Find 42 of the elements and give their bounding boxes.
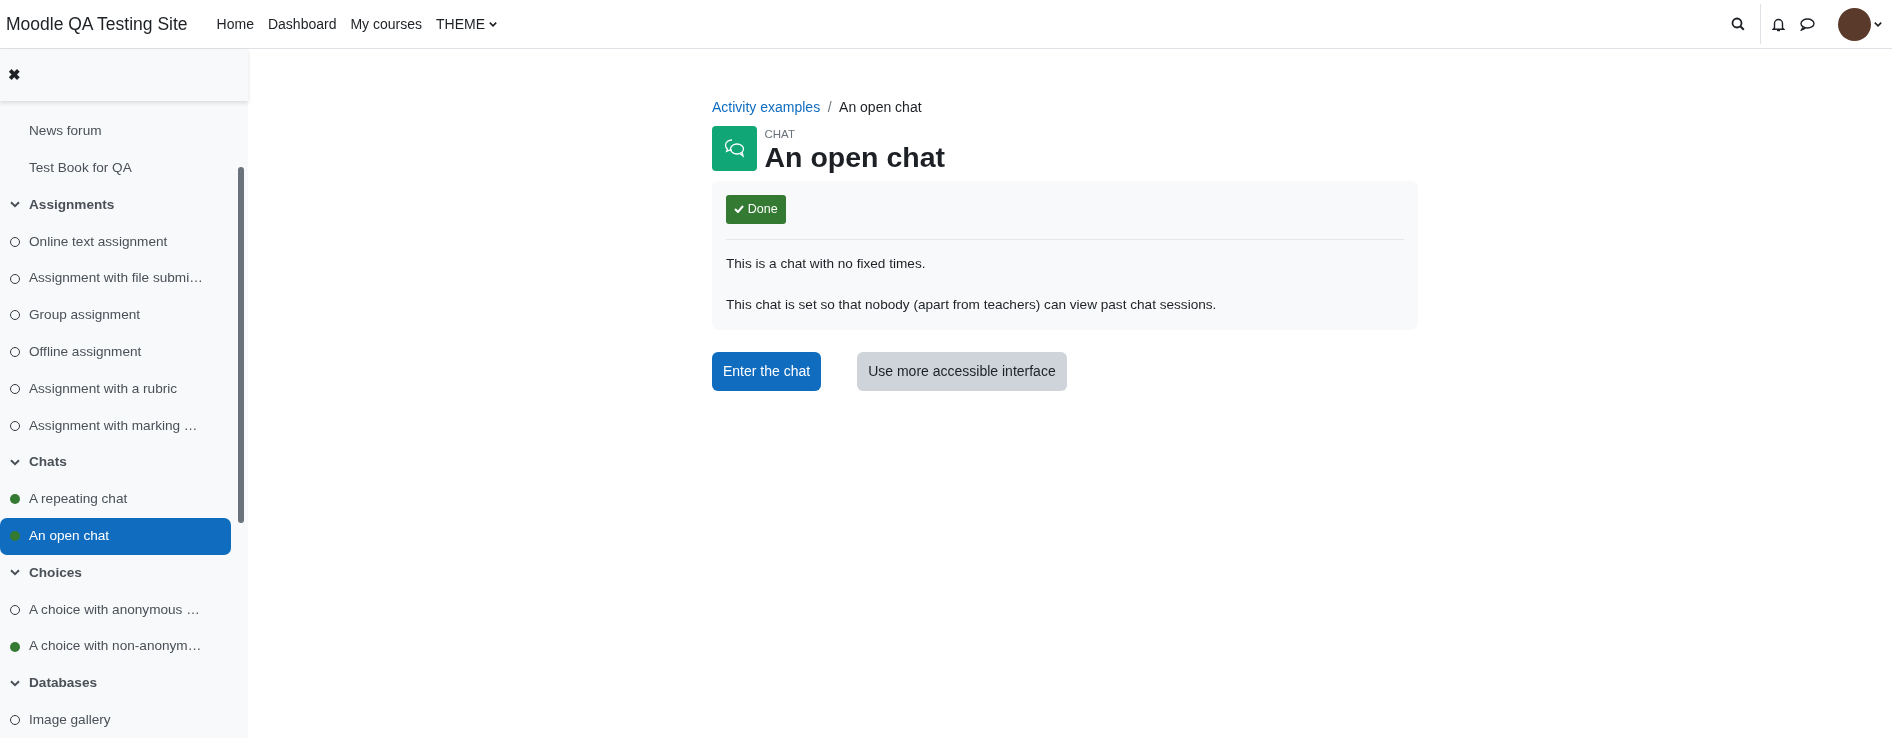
checkmark-icon [734, 205, 744, 214]
activity-link[interactable]: Assignment with marking … [0, 407, 231, 445]
site-name[interactable]: Moodle QA Testing Site [6, 10, 188, 38]
module-type-label: CHAT [764, 129, 796, 141]
chat-module-icon [712, 125, 757, 171]
completion-button[interactable]: Done [726, 195, 786, 224]
accessible-interface-button[interactable]: Use more accessible interface [857, 352, 1067, 392]
activity-link[interactable]: An open chat [0, 517, 231, 555]
enter-chat-button[interactable]: Enter the chat [712, 352, 822, 392]
activity-link[interactable]: A repeating chat [0, 480, 231, 518]
section-heading[interactable]: Choices [0, 554, 231, 592]
nav-link[interactable]: Dashboard [260, 13, 344, 35]
nav-link[interactable]: THEME [429, 13, 504, 35]
description-text: This is a chat with no fixed times. [726, 254, 927, 273]
activity-link[interactable]: Test Book for QA [0, 149, 231, 187]
caret-icon [488, 20, 497, 28]
activity-link[interactable]: Group assignment [0, 297, 231, 334]
nav-link[interactable]: My courses [343, 13, 430, 35]
section-heading[interactable]: Assignments [0, 186, 231, 224]
activity-link[interactable]: A choice with anonymous … [0, 591, 231, 629]
caret-icon[interactable] [1874, 20, 1883, 28]
activity-link[interactable]: Assignment with file submi… [0, 260, 231, 297]
section-heading[interactable]: Databases [0, 664, 231, 702]
breadcrumb-current: An open chat [839, 98, 922, 117]
section-heading[interactable]: Chats [0, 444, 231, 481]
bell-icon[interactable] [1772, 16, 1785, 32]
search-icon[interactable] [1731, 17, 1745, 31]
activity-link[interactable]: News forum [0, 113, 231, 150]
close-button[interactable]: ✖ [8, 63, 21, 87]
breadcrumb-separator: / [827, 98, 832, 117]
activity-link[interactable]: Online text assignment [0, 223, 231, 261]
avatar[interactable] [1837, 7, 1871, 41]
nav-link[interactable]: Home [209, 13, 261, 35]
activity-link[interactable]: Assignment with a rubric [0, 370, 231, 408]
page-title: An open chat [764, 140, 945, 174]
activity-link[interactable]: A choice with non-anonym… [0, 628, 231, 665]
activity-link[interactable]: Offline assignment [0, 333, 231, 371]
breadcrumb-link[interactable]: Activity examples [712, 97, 821, 118]
speech-bubble-icon[interactable] [1800, 17, 1815, 31]
scrollbar[interactable] [238, 167, 244, 523]
activity-link[interactable]: Image gallery [0, 701, 231, 738]
description-text: This chat is set so that nobody (apart from teachers) can view past chat sessions. [726, 296, 1218, 315]
